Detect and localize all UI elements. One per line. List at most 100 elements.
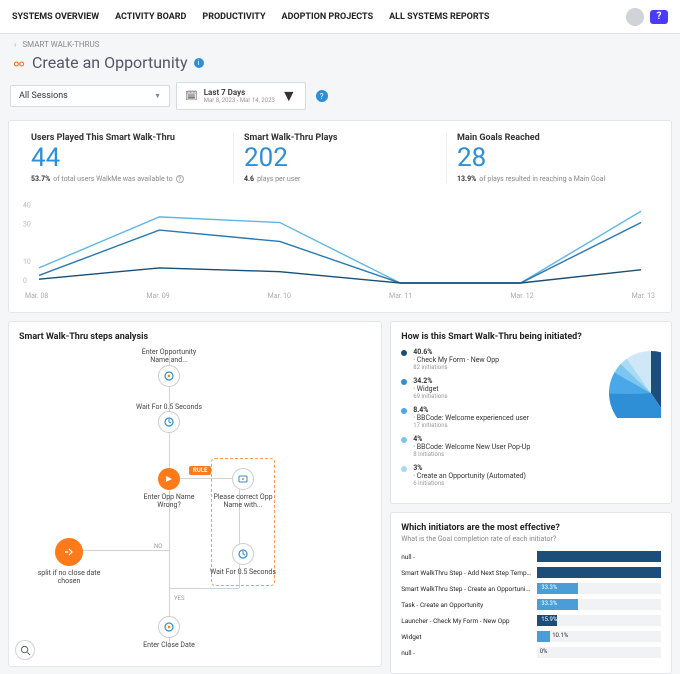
- flow-node-opp-name-wrong[interactable]: Enter Opp Name Wrong?: [133, 468, 205, 510]
- flow-node-label: Please correct Opp Name with...: [207, 493, 279, 510]
- effectiveness-row[interactable]: Launcher - Check My Form - New Opp 15.9%: [401, 615, 661, 626]
- effectiveness-bar: 15.9%: [537, 615, 661, 626]
- chart-x-tick: Mar. 12: [510, 292, 533, 300]
- help-button[interactable]: ?: [650, 10, 668, 24]
- effectiveness-label: Smart WalkThru Step - Add Next Step Temp…: [401, 569, 531, 577]
- breadcrumb: ‹ SMART WALK-THRUS: [0, 34, 680, 49]
- walkthru-icon: [12, 56, 26, 70]
- metric-sub-strong: 4.6: [244, 175, 254, 183]
- initiated-item[interactable]: 4%· BBCode: Welcome New User Pop-Up8 ini…: [401, 435, 581, 458]
- effectiveness-bar: [537, 567, 661, 578]
- flow-node-label: Wait For 0.5 Seconds: [207, 568, 279, 576]
- initiated-item[interactable]: 34.2%· Widget69 initiations: [401, 377, 581, 400]
- page-title-row: Create an Opportunity i: [0, 49, 680, 82]
- page-title: Create an Opportunity: [32, 53, 188, 72]
- info-icon[interactable]: i: [194, 58, 204, 68]
- flow-node-label: Enter Close Date: [133, 641, 205, 649]
- chart-x-tick: Mar. 10: [268, 292, 291, 300]
- initiated-panel: How is this Smart Walk-Thru being initia…: [390, 321, 672, 504]
- metric-sub-strong: 13.9%: [457, 175, 476, 183]
- flow-node-enter-close-date[interactable]: Enter Close Date: [133, 616, 205, 649]
- flow-yes-label: YES: [174, 595, 185, 602]
- metric-sub-text: of total users WalkMe was available to: [53, 175, 172, 183]
- help-icon[interactable]: ?: [176, 175, 184, 183]
- flow-node-please-correct[interactable]: Please correct Opp Name with...: [207, 468, 279, 510]
- effectiveness-label: Widget: [401, 633, 531, 641]
- metric-label: Users Played This Smart Walk-Thru: [31, 133, 223, 143]
- effectiveness-label: Task - Create an Opportunity: [401, 601, 531, 609]
- chart-x-tick: Mar. 09: [146, 292, 169, 300]
- initiated-item[interactable]: 3%· Create an Opportunity (Automated)6 i…: [401, 464, 581, 487]
- steps-analysis-panel: Smart Walk-Thru steps analysis NO YES En…: [8, 321, 382, 667]
- nav-tab-adoption-projects[interactable]: ADOPTION PROJECTS: [282, 2, 374, 32]
- chevron-down-icon: ▼: [281, 86, 297, 106]
- metric-value: 202: [244, 145, 436, 171]
- legend-dot-icon: [401, 350, 407, 356]
- chart-x-tick: Mar. 13: [632, 292, 655, 300]
- metric-label: Main Goals Reached: [457, 133, 649, 143]
- nav-tab-all-reports[interactable]: ALL SYSTEMS REPORTS: [389, 2, 489, 32]
- nav-tab-productivity[interactable]: PRODUCTIVITY: [202, 2, 265, 32]
- svg-text:30: 30: [23, 220, 31, 228]
- chart-x-tick: Mar. 11: [389, 292, 412, 300]
- sessions-select-label: All Sessions: [19, 91, 68, 101]
- initiated-item[interactable]: 8.4%· BBCode: Welcome experienced user17…: [401, 406, 581, 429]
- initiated-pie: [591, 348, 661, 418]
- effectiveness-row[interactable]: Smart WalkThru Step - Create an Opportun…: [401, 583, 661, 594]
- effectiveness-row[interactable]: null -: [401, 551, 661, 562]
- zoom-button[interactable]: [15, 640, 35, 660]
- help-icon[interactable]: ?: [316, 90, 328, 102]
- breadcrumb-label[interactable]: SMART WALK-THRUS: [22, 40, 99, 49]
- date-range-select[interactable]: 🗓 Last 7 Days Mar 8, 2023 - Mar 14, 2023…: [176, 82, 306, 110]
- legend-dot-icon: [401, 466, 407, 472]
- effectiveness-label: null -: [401, 553, 531, 561]
- top-nav: SYSTEMS OVERVIEW ACTIVITY BOARD PRODUCTI…: [0, 0, 680, 34]
- flow-diagram[interactable]: NO YES Enter Opportunity Name and... Wai…: [19, 348, 371, 648]
- effectiveness-bar: 33.3%: [537, 583, 661, 594]
- panel-title: Which initiators are the most effective?: [401, 523, 661, 533]
- panel-title: Smart Walk-Thru steps analysis: [19, 332, 371, 342]
- nav-tabs: SYSTEMS OVERVIEW ACTIVITY BOARD PRODUCTI…: [12, 2, 626, 32]
- date-label: Last 7 Days: [204, 88, 275, 97]
- initiated-item[interactable]: 40.6%· Check My Form - New Opp82 initiat…: [401, 348, 581, 371]
- effectiveness-label: Launcher - Check My Form - New Opp: [401, 617, 531, 625]
- nav-tab-activity-board[interactable]: ACTIVITY BOARD: [115, 2, 186, 32]
- avatar[interactable]: [626, 8, 644, 26]
- date-range: Mar 8, 2023 - Mar 14, 2023: [204, 97, 275, 104]
- effectiveness-panel: Which initiators are the most effective?…: [390, 512, 672, 674]
- effectiveness-bar: 33.3%: [537, 599, 661, 610]
- sessions-select[interactable]: All Sessions ▼: [10, 85, 170, 107]
- flow-node-enter-opportunity[interactable]: Enter Opportunity Name and...: [133, 348, 205, 390]
- flow-no-label: NO: [154, 543, 162, 550]
- flow-node-label: split if no close date chosen: [33, 569, 105, 586]
- initiated-list: 40.6%· Check My Form - New Opp82 initiat…: [401, 348, 581, 493]
- metric-plays: Smart Walk-Thru Plays 202 4.6plays per u…: [234, 133, 447, 183]
- flow-node-wait-1[interactable]: Wait For 0.5 Seconds: [133, 403, 205, 436]
- metric-sub-text: plays per user: [257, 175, 300, 183]
- metric-users-played: Users Played This Smart Walk-Thru 44 53.…: [21, 133, 234, 183]
- effectiveness-row[interactable]: Smart WalkThru Step - Add Next Step Temp…: [401, 567, 661, 578]
- legend-dot-icon: [401, 437, 407, 443]
- legend-dot-icon: [401, 379, 407, 385]
- effectiveness-bar: [537, 551, 661, 562]
- svg-text:0: 0: [23, 277, 27, 285]
- effectiveness-label: Smart WalkThru Step - Create an Opportun…: [401, 585, 531, 593]
- chart-x-tick: Mar. 08: [25, 292, 48, 300]
- svg-text:40: 40: [23, 201, 31, 209]
- effectiveness-row[interactable]: Task - Create an Opportunity 33.3%: [401, 599, 661, 610]
- effectiveness-row[interactable]: Widget 10.1%: [401, 631, 661, 642]
- flow-node-wait-2[interactable]: Wait For 0.5 Seconds: [207, 543, 279, 576]
- nav-tab-systems-overview[interactable]: SYSTEMS OVERVIEW: [12, 2, 99, 32]
- metric-value: 28: [457, 145, 649, 171]
- effectiveness-bar: 10.1%: [537, 631, 661, 642]
- trend-chart: 0103040 Mar. 08Mar. 09Mar. 10Mar. 11Mar.…: [9, 183, 671, 312]
- flow-node-label: Enter Opp Name Wrong?: [133, 493, 205, 510]
- effectiveness-bar: 0%: [537, 647, 661, 658]
- effectiveness-list: null - Smart WalkThru Step - Add Next Ste…: [401, 551, 661, 658]
- flow-node-label: Wait For 0.5 Seconds: [133, 403, 205, 411]
- flow-node-split[interactable]: split if no close date chosen: [33, 538, 105, 586]
- panel-subtitle: What is the Goal completion rate of each…: [401, 535, 661, 543]
- panel-title: How is this Smart Walk-Thru being initia…: [401, 332, 661, 342]
- back-icon[interactable]: ‹: [14, 40, 16, 49]
- effectiveness-row[interactable]: null -0%: [401, 647, 661, 658]
